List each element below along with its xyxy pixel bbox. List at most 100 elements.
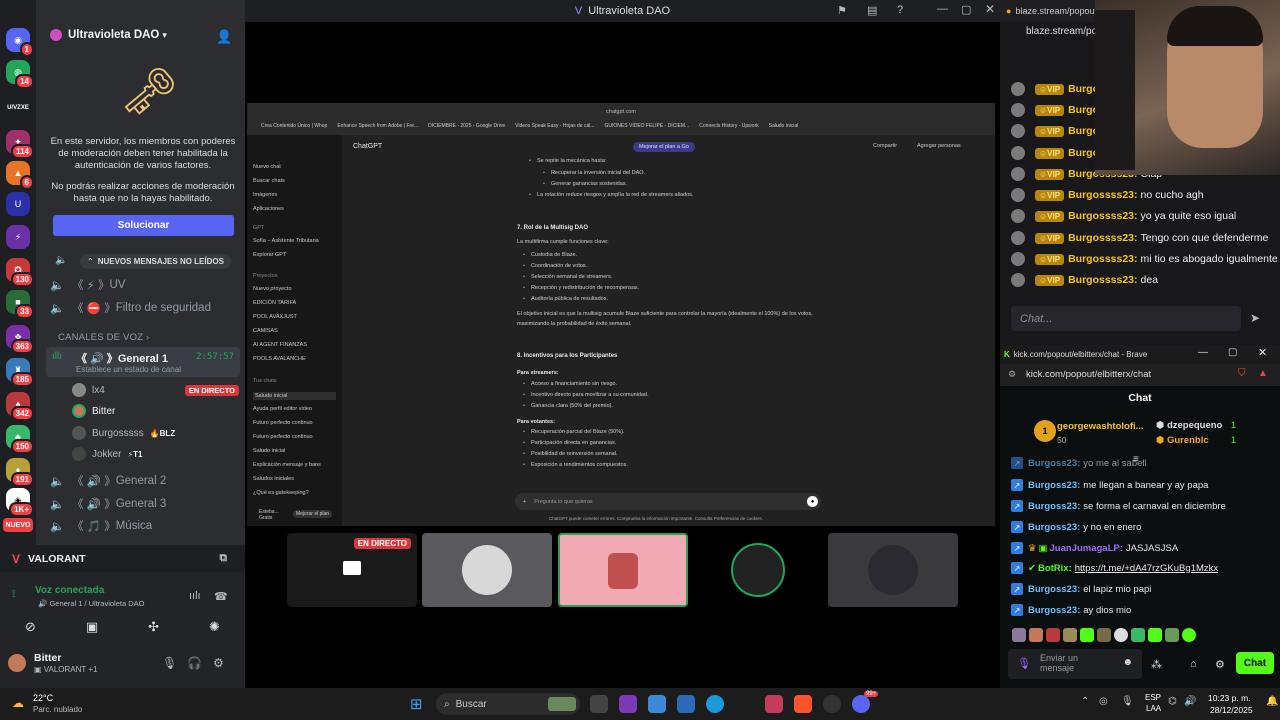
screen-share-icon[interactable]: ⧉ bbox=[220, 552, 228, 565]
brave-rewards-icon[interactable]: ▲ bbox=[1258, 368, 1268, 379]
disconnect-icon[interactable]: ☎ bbox=[214, 590, 228, 603]
server-icon-11[interactable]: ♦ 191 bbox=[6, 458, 34, 487]
voice-section-header[interactable]: CANALES DE VOZ › bbox=[58, 332, 149, 343]
settings-gear-icon[interactable]: ⚙ bbox=[1215, 658, 1225, 671]
plus-icon[interactable]: + bbox=[523, 499, 526, 505]
tray-mic-icon[interactable]: 🎙 bbox=[1121, 696, 1134, 707]
microphone-icon[interactable]: 🎙 bbox=[1017, 657, 1031, 670]
close-icon[interactable]: ✕ bbox=[1258, 346, 1267, 359]
weather-temp[interactable]: 22°C bbox=[33, 693, 53, 703]
voice-channel-general-1[interactable]: ıllı 《 🔊 》General 1 2:57:57 Establece un… bbox=[46, 347, 240, 377]
weather-icon[interactable]: ☁ bbox=[12, 696, 24, 710]
inbox-icon[interactable]: ▤ bbox=[867, 4, 877, 17]
voice-channel-general-2[interactable]: 🔈 《 🔊 》 General 2 bbox=[50, 471, 239, 491]
server-header[interactable]: Ultravioleta DAO ▾ bbox=[50, 29, 167, 41]
invite-people-icon[interactable]: 👤 bbox=[216, 29, 232, 45]
emote[interactable] bbox=[1063, 628, 1077, 642]
top-gifter-name[interactable]: georgewashtolofi... bbox=[1057, 421, 1144, 432]
voice-user[interactable]: Jokker ⚡T1 bbox=[72, 445, 239, 463]
emote[interactable] bbox=[1097, 628, 1111, 642]
kick-message-input[interactable]: 🎙 Enviar un mensaje ☻ bbox=[1008, 649, 1142, 679]
add-people-button[interactable]: Agregar personas bbox=[917, 143, 961, 149]
extensions-icon[interactable]: ⁂ bbox=[1151, 658, 1162, 671]
gifter-3[interactable]: ⬢ Gurenblc bbox=[1156, 435, 1209, 446]
minimize-icon[interactable]: — bbox=[1198, 347, 1208, 358]
server-icon-9[interactable]: ♠ 342 bbox=[6, 392, 34, 421]
fix-button[interactable]: Solucionar bbox=[53, 215, 234, 236]
channel-filtro-seguridad[interactable]: 🔈 《 ⛔ 》 Filtro de seguridad bbox=[50, 298, 239, 318]
maximize-icon[interactable]: ▢ bbox=[1228, 347, 1237, 358]
obs-icon[interactable] bbox=[823, 695, 841, 713]
stream-tile-jokker[interactable] bbox=[828, 533, 958, 607]
copilot-icon[interactable] bbox=[648, 695, 666, 713]
channel-uv[interactable]: 🔈 《 ⚡ 》 UV bbox=[50, 275, 239, 295]
windows-start-icon[interactable]: ⊞ bbox=[410, 695, 423, 713]
gifter-2[interactable]: ⬢ dzepequeno bbox=[1156, 420, 1222, 431]
blaze-chat-input[interactable]: Chat... bbox=[1011, 306, 1241, 331]
flag-icon[interactable]: ⚑ bbox=[837, 4, 847, 17]
app-icon-2[interactable] bbox=[765, 695, 783, 713]
stream-tile-lx4[interactable]: EN DIRECTO bbox=[287, 533, 417, 607]
share-button[interactable]: Compartir bbox=[873, 143, 897, 149]
brave-shield-icon[interactable]: ⛉ bbox=[1238, 368, 1246, 379]
site-info-icon[interactable]: ⚙ bbox=[1008, 369, 1016, 380]
activities-icon[interactable]: ✣ bbox=[148, 619, 159, 635]
voice-user[interactable]: Bitter bbox=[72, 402, 239, 420]
tray-app-icon[interactable]: ◎ bbox=[1099, 696, 1108, 707]
tray-chevron-icon[interactable]: ⌃ bbox=[1081, 696, 1089, 707]
microphone-icon[interactable]: 🎙 bbox=[162, 656, 177, 670]
emote[interactable] bbox=[1080, 628, 1094, 642]
headphones-icon[interactable]: 🎧 bbox=[187, 656, 202, 670]
upgrade-pill[interactable]: Mejorar el plan a Go bbox=[633, 142, 695, 152]
minimize-icon[interactable]: — bbox=[937, 3, 948, 15]
server-icon-10[interactable]: ♣ 150 bbox=[6, 425, 34, 454]
emoji-icon[interactable]: ☻ bbox=[1122, 657, 1133, 668]
clock-date[interactable]: 28/12/2025 bbox=[1210, 705, 1253, 715]
stream-tile-burgosssss[interactable] bbox=[693, 533, 823, 607]
app-icon-1[interactable] bbox=[619, 695, 637, 713]
avatar[interactable] bbox=[8, 654, 26, 672]
username[interactable]: Bitter bbox=[34, 652, 61, 664]
screen-share-icon[interactable]: ▣ bbox=[86, 619, 98, 635]
send-chat-button[interactable]: Chat bbox=[1236, 652, 1274, 674]
volume-icon[interactable]: 🔊 bbox=[1184, 696, 1196, 707]
server-icon-ultravioleta[interactable]: U bbox=[6, 192, 30, 216]
chat-link[interactable]: https://t.me/+dA47rzGKuBg1Mzkx bbox=[1075, 563, 1218, 574]
taskbar-search[interactable]: ⌕ Buscar bbox=[436, 693, 580, 715]
emote[interactable] bbox=[1114, 628, 1128, 642]
server-icon-4[interactable]: ⚡ bbox=[6, 225, 30, 249]
voice-connected-label[interactable]: Voz conectada bbox=[35, 585, 104, 596]
server-icon-12[interactable]: ◈ 1K+ bbox=[6, 488, 34, 517]
voice-user[interactable]: Burgosssss 🔥BLZ bbox=[72, 424, 239, 442]
server-icon-6[interactable]: ■ 33 bbox=[6, 290, 34, 319]
network-icon[interactable]: ⌬ bbox=[1168, 696, 1177, 707]
close-icon[interactable]: ✕ bbox=[985, 2, 995, 16]
new-servers-pill[interactable]: NUEVO bbox=[3, 518, 33, 532]
task-view-icon[interactable] bbox=[590, 695, 608, 713]
voice-location[interactable]: 🔊 General 1 / Ultravioleta DAO bbox=[38, 599, 144, 608]
store-icon[interactable]: ⌂ bbox=[1190, 658, 1197, 670]
send-icon[interactable]: ➤ bbox=[1250, 311, 1260, 325]
language-layout[interactable]: LAA bbox=[1146, 704, 1161, 713]
soundboard-icon[interactable]: ✺ bbox=[209, 619, 220, 635]
server-icon-5[interactable]: ✪ 130 bbox=[6, 258, 34, 287]
brave-icon[interactable] bbox=[794, 695, 812, 713]
maximize-icon[interactable]: ▢ bbox=[961, 3, 971, 16]
browser-url[interactable]: chatgpt.com bbox=[247, 103, 995, 121]
server-icon-3[interactable]: ▲ 6 bbox=[6, 161, 34, 190]
noise-suppression-icon[interactable]: ıılı bbox=[189, 590, 201, 602]
language-code[interactable]: ESP bbox=[1145, 693, 1161, 702]
chatgpt-input[interactable]: + Pregunta lo que quieras ● bbox=[515, 493, 821, 510]
stream-tile-bitter[interactable] bbox=[558, 533, 688, 607]
stream-tile-user[interactable] bbox=[422, 533, 552, 607]
voice-user[interactable]: lx4 EN DIRECTO bbox=[72, 381, 239, 399]
help-icon[interactable]: ? bbox=[897, 4, 903, 16]
address-bar[interactable]: kick.com/popout/elbitterx/chat bbox=[1026, 369, 1151, 380]
server-icon-1[interactable]: ◍ 14 bbox=[6, 60, 34, 89]
server-logo-uvz[interactable]: U/VZXE bbox=[4, 96, 32, 120]
activity-row[interactable]: V VALORANT ⧉ bbox=[0, 545, 245, 572]
emote[interactable] bbox=[1148, 628, 1162, 642]
channel-status[interactable]: Establece un estado de canal bbox=[76, 365, 181, 374]
address-bar[interactable]: blaze.stream/pop bbox=[1026, 26, 1103, 37]
chatgpt-title[interactable]: ChatGPT bbox=[353, 143, 382, 150]
